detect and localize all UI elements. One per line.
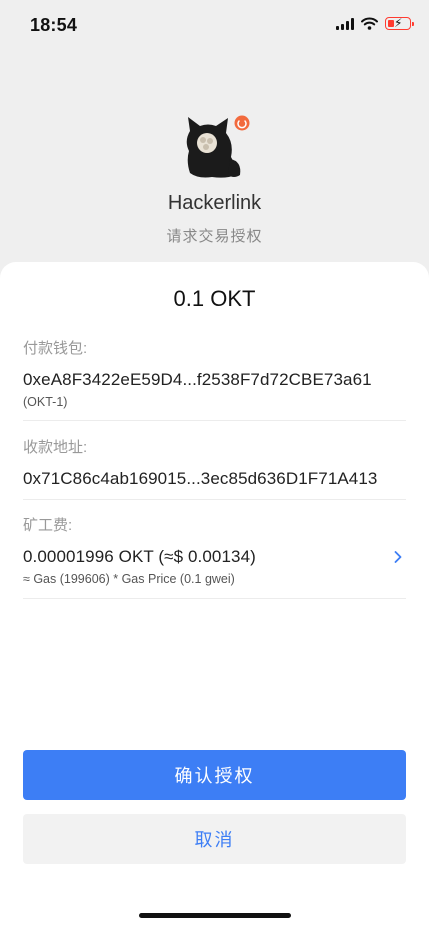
payer-chain-note: (OKT-1) — [23, 395, 68, 409]
payer-wallet-field: 付款钱包: 0xeA8F3422eE59D4...f2538F7d72CBE73… — [23, 337, 406, 421]
miner-fee-field[interactable]: 矿工费: 0.00001996 OKT (≈$ 0.00134) ≈ Gas (… — [23, 514, 406, 599]
chevron-right-icon[interactable] — [392, 551, 404, 563]
authorization-sheet: 0.1 OKT 付款钱包: 0xeA8F3422eE59D4...f2538F7… — [0, 262, 429, 929]
status-time: 18:54 — [30, 15, 78, 35]
payer-wallet-label: 付款钱包: — [23, 340, 88, 357]
miner-fee-value: 0.00001996 OKT (≈$ 0.00134) — [23, 547, 256, 566]
transaction-amount: 0.1 OKT — [173, 286, 256, 311]
payer-wallet-address: 0xeA8F3422eE59D4...f2538F7d72CBE73a61 — [23, 370, 372, 389]
gas-detail: ≈ Gas (199606) * Gas Price (0.1 gwei) — [23, 572, 235, 586]
app-name: Hackerlink — [167, 192, 262, 214]
home-indicator[interactable] — [139, 913, 291, 918]
receiver-address: 0x71C86c4ab169015...3ec85d636D1F71A413 — [23, 469, 378, 488]
receiver-address-field: 收款地址: 0x71C86c4ab169015...3ec85d636D1F71… — [23, 436, 406, 500]
app-logo-icon — [186, 115, 250, 178]
wifi-icon — [361, 17, 378, 30]
status-bar: 18:54 ⚡ — [0, 0, 429, 52]
confirm-authorization-button[interactable]: 确认授权 — [23, 750, 406, 800]
screen: 18:54 ⚡ Hackerlink 请求交易授权 0.1 OKT 付款钱包: … — [0, 0, 429, 929]
request-subtitle: 请求交易授权 — [166, 228, 263, 245]
miner-fee-label: 矿工费: — [23, 517, 73, 534]
status-icons: ⚡ — [336, 16, 414, 30]
cancel-button[interactable]: 取消 — [23, 814, 406, 864]
receiver-address-label: 收款地址: — [23, 439, 88, 456]
signal-icon — [336, 17, 354, 30]
battery-charging-icon: ⚡ — [385, 16, 414, 30]
